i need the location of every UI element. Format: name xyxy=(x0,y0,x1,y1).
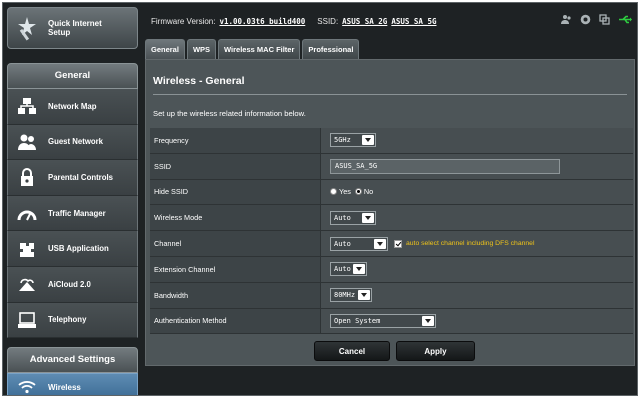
sidebar-item-usb-application[interactable]: USB Application xyxy=(7,231,138,267)
auth-method-select[interactable]: Open System xyxy=(330,313,436,328)
chevron-down-icon xyxy=(374,238,386,249)
extension-channel-label: Extension Channel xyxy=(150,256,320,282)
dfs-checkbox[interactable] xyxy=(394,239,402,248)
parental-controls-icon xyxy=(16,167,38,187)
firmware-label: Firmware Version: xyxy=(151,16,216,26)
frequency-value: 5GHz xyxy=(334,136,351,145)
sidebar-item-label: Traffic Manager xyxy=(48,208,106,218)
copy-icon[interactable] xyxy=(599,14,610,25)
row-bandwidth: Bandwidth 80MHz xyxy=(150,282,633,309)
sidebar-item-label: Parental Controls xyxy=(48,172,113,182)
bandwidth-value: 80MHz xyxy=(334,291,356,300)
dfs-label: auto select channel including DFS channe… xyxy=(406,240,535,248)
sidebar-item-telephony[interactable]: Telephony xyxy=(7,302,138,339)
sidebar-item-network-map[interactable]: Network Map xyxy=(7,89,138,125)
title-divider xyxy=(153,94,627,95)
auth-method-label: Authentication Method xyxy=(150,308,320,334)
ssid-label: SSID: xyxy=(317,16,339,26)
frequency-label: Frequency xyxy=(150,128,320,153)
chevron-down-icon xyxy=(358,290,370,301)
sidebar-item-label: Telephony xyxy=(48,315,87,325)
bandwidth-select[interactable]: 80MHz xyxy=(330,288,372,303)
hide-ssid-yes-radio[interactable]: Yes xyxy=(330,187,351,196)
radio-dot-selected xyxy=(354,188,362,196)
row-extension-channel: Extension Channel Auto xyxy=(150,256,633,283)
wireless-mode-value: Auto xyxy=(334,213,351,222)
chevron-down-icon xyxy=(353,264,365,275)
usb-application-icon xyxy=(16,239,38,259)
tab-wireless-mac-filter[interactable]: Wireless MAC Filter xyxy=(218,39,301,59)
sidebar-item-traffic-manager[interactable]: Traffic Manager xyxy=(7,195,138,232)
settings-form: Frequency 5GHz SSID ASUS_SA_5G Hide SSID xyxy=(150,128,633,335)
yes-label: Yes xyxy=(339,187,351,197)
ssid-field-label: SSID xyxy=(150,153,320,179)
row-frequency: Frequency 5GHz xyxy=(150,128,633,154)
channel-value: Auto xyxy=(334,239,351,248)
users-icon[interactable] xyxy=(561,14,572,25)
channel-select[interactable]: Auto xyxy=(330,236,388,251)
row-ssid: SSID ASUS_SA_5G xyxy=(150,153,633,180)
telephony-icon xyxy=(16,310,38,330)
no-label: No xyxy=(363,187,374,197)
chevron-down-icon xyxy=(362,135,374,146)
ssid-5g-link[interactable]: ASUS_SA_5G xyxy=(391,17,436,26)
page-description: Set up the wireless related information … xyxy=(153,109,306,118)
general-nav-list: Network Map Guest Network Parental Contr… xyxy=(7,89,138,339)
ssid-input[interactable]: ASUS_SA_5G xyxy=(330,158,560,174)
general-section-header: General xyxy=(7,63,138,89)
apply-button[interactable]: Apply xyxy=(396,341,475,361)
sidebar-item-guest-network[interactable]: Guest Network xyxy=(7,124,138,161)
guest-network-icon xyxy=(16,132,38,152)
tab-professional[interactable]: Professional xyxy=(302,39,360,59)
cancel-button[interactable]: Cancel xyxy=(314,341,390,361)
sidebar-item-label: Network Map xyxy=(48,101,97,111)
sidebar: Quick Internet Setup General Network Map… xyxy=(7,7,140,395)
chevron-down-icon xyxy=(422,315,434,326)
row-wireless-mode: Wireless Mode Auto xyxy=(150,205,633,232)
extension-channel-select[interactable]: Auto xyxy=(330,262,367,277)
sidebar-item-label: Wireless xyxy=(48,382,81,392)
bandwidth-label: Bandwidth xyxy=(150,282,320,308)
auth-method-value: Open System xyxy=(334,316,381,325)
ssid-2g-link[interactable]: ASUS_SA_2G xyxy=(342,17,387,26)
tab-bar: General WPS Wireless MAC Filter Professi… xyxy=(145,39,361,59)
quick-internet-setup-button[interactable]: Quick Internet Setup xyxy=(7,7,138,49)
channel-label: Channel xyxy=(150,231,320,256)
hide-ssid-label: Hide SSID xyxy=(150,179,320,205)
usb-icon[interactable] xyxy=(618,14,632,25)
network-map-icon xyxy=(16,96,38,116)
content-panel: Wireless - General Set up the wireless r… xyxy=(145,59,635,366)
radio-dot xyxy=(330,188,337,196)
wireless-mode-label: Wireless Mode xyxy=(150,205,320,231)
quick-setup-label: Quick Internet Setup xyxy=(48,19,102,37)
top-status-bar: Firmware Version: v1.00.03t6_build400 SS… xyxy=(145,9,637,33)
row-auth-method: Authentication Method Open System xyxy=(150,308,633,335)
globe-icon[interactable] xyxy=(580,14,591,25)
extension-channel-value: Auto xyxy=(334,265,351,274)
sidebar-item-label: Guest Network xyxy=(48,137,104,147)
aicloud-icon xyxy=(16,274,38,294)
sidebar-item-label: AiCloud 2.0 xyxy=(48,279,91,289)
wireless-icon xyxy=(16,380,38,394)
magic-wand-icon xyxy=(14,15,40,41)
sidebar-item-wireless[interactable]: Wireless xyxy=(7,373,138,395)
router-admin-window: Quick Internet Setup General Network Map… xyxy=(2,2,638,396)
row-hide-ssid: Hide SSID Yes No xyxy=(150,179,633,206)
chevron-down-icon xyxy=(362,212,374,223)
hide-ssid-no-radio[interactable]: No xyxy=(354,187,374,197)
status-icons xyxy=(561,14,632,25)
sidebar-item-label: USB Application xyxy=(48,244,109,254)
sidebar-item-aicloud[interactable]: AiCloud 2.0 xyxy=(7,266,138,303)
page-title: Wireless - General xyxy=(153,75,245,87)
frequency-select[interactable]: 5GHz xyxy=(330,133,376,148)
tab-general[interactable]: General xyxy=(145,39,185,59)
row-channel: Channel Auto auto select channel includi… xyxy=(150,231,633,257)
firmware-version-link[interactable]: v1.00.03t6_build400 xyxy=(219,17,305,26)
wireless-mode-select[interactable]: Auto xyxy=(330,210,376,225)
tab-wps[interactable]: WPS xyxy=(186,39,217,59)
sidebar-item-parental-controls[interactable]: Parental Controls xyxy=(7,160,138,196)
traffic-manager-icon xyxy=(16,203,38,223)
advanced-settings-header: Advanced Settings xyxy=(7,347,138,373)
